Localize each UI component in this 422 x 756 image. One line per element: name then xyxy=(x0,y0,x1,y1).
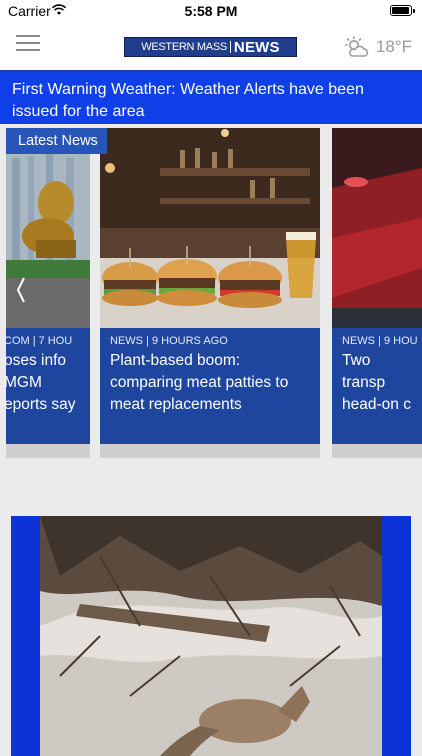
news-card-image xyxy=(6,128,90,328)
video-frame xyxy=(40,516,382,756)
news-card-image xyxy=(332,128,422,328)
news-card[interactable]: NEWS | 9 HOU Two transp head-on c xyxy=(332,128,422,458)
temperature-label: 18°F xyxy=(375,37,412,56)
battery-icon xyxy=(390,5,415,16)
weather-widget[interactable]: 18°F xyxy=(344,35,412,59)
weather-alert-banner[interactable]: First Warning Weather: Weather Alerts ha… xyxy=(0,72,422,124)
news-card-text: NEWS | 9 HOU Two transp head-on c xyxy=(332,328,422,444)
logo-text-western-mass: WESTERN MASS xyxy=(141,41,231,53)
news-card-category: COM | 7 HOU xyxy=(4,335,73,347)
latest-news-tag: Latest News xyxy=(6,128,107,154)
news-card-image xyxy=(100,128,320,328)
news-card-category: NEWS | 9 HOU xyxy=(342,335,418,347)
news-card[interactable]: COM | 7 HOU oses info MGM eports say xyxy=(4,128,90,458)
news-card-headline: Two transp head-on c xyxy=(342,352,411,413)
hamburger-menu-icon[interactable] xyxy=(16,35,40,53)
app-header: WESTERN MASS NEWS 18°F xyxy=(0,22,422,72)
logo-text-news: NEWS xyxy=(233,38,280,56)
news-card-headline: Plant-based boom: comparing meat patties… xyxy=(110,352,289,413)
latest-news-carousel[interactable]: COM | 7 HOU oses info MGM eports say NEW… xyxy=(0,128,422,458)
status-time: 5:58 PM xyxy=(184,3,238,19)
partly-cloudy-icon xyxy=(344,36,369,57)
news-card-headline: oses info MGM eports say xyxy=(4,352,76,413)
news-card-text: NEWS | 9 HOURS AGO Plant-based boom: com… xyxy=(100,328,320,444)
status-bar: Carrier 5:58 PM xyxy=(0,0,422,22)
news-card[interactable]: NEWS | 9 HOURS AGO Plant-based boom: com… xyxy=(100,128,320,458)
news-card-category: NEWS | 9 HOURS AGO xyxy=(110,335,228,347)
app-logo[interactable]: WESTERN MASS NEWS xyxy=(124,37,297,57)
featured-video[interactable] xyxy=(11,516,411,756)
news-card-text: COM | 7 HOU oses info MGM eports say xyxy=(4,328,90,444)
